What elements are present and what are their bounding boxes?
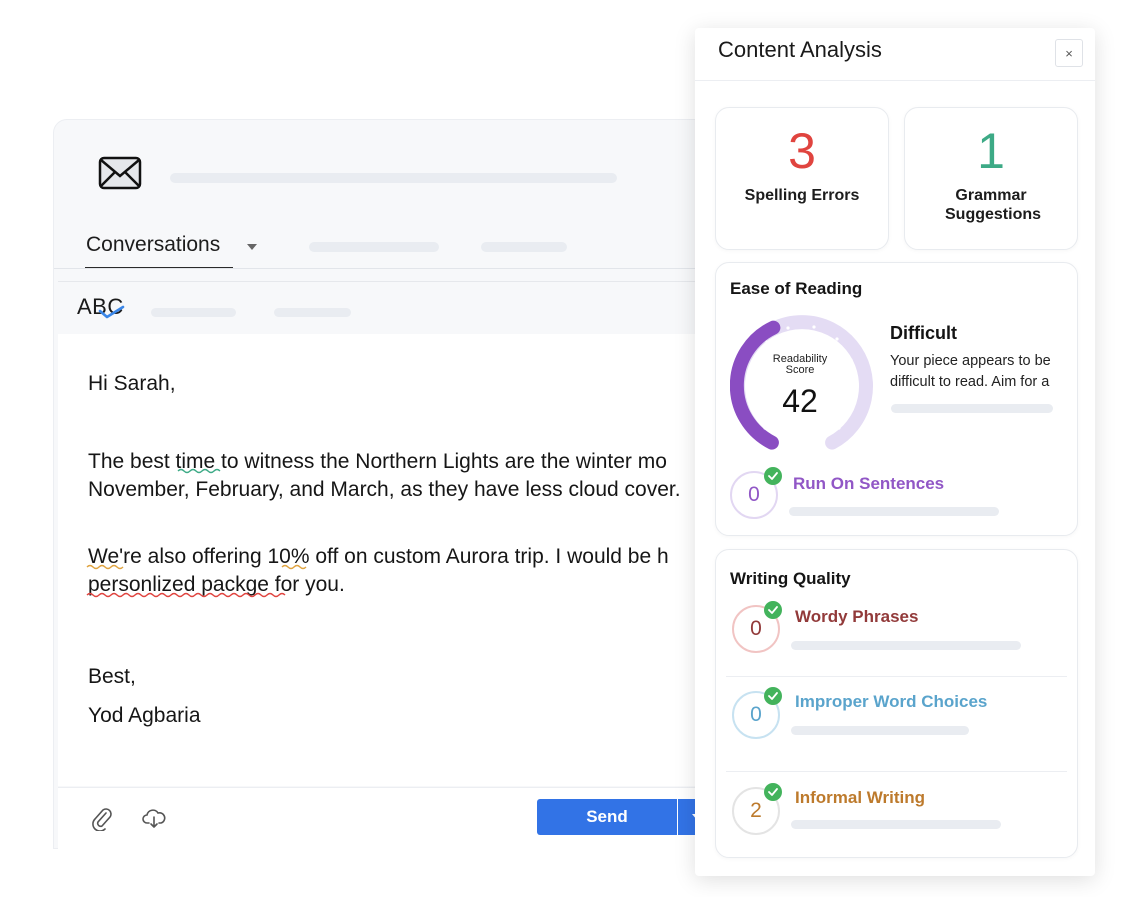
writing-quality-title: Writing Quality — [730, 569, 851, 588]
mail-envelope-icon — [98, 156, 142, 190]
divider — [695, 80, 1095, 81]
body-line: The best time to witness the Northern Li… — [88, 450, 667, 473]
grammar-suggestions-count: 1 — [977, 123, 1005, 179]
metric-placeholder — [789, 507, 999, 516]
readability-score-value: 42 — [782, 383, 818, 419]
spelling-errors-label: Spelling Errors — [744, 187, 860, 204]
informal-writing-label[interactable]: Informal Writing — [795, 788, 925, 808]
grammar-suggestions-label: Grammar Suggestions — [945, 187, 1042, 223]
check-icon — [764, 783, 782, 801]
tab-conversations[interactable]: Conversations — [86, 233, 220, 257]
body-line: November, February, and March, as they h… — [88, 478, 681, 501]
tab-placeholder[interactable] — [309, 242, 439, 252]
reading-level: Difficult — [890, 323, 957, 343]
check-icon — [98, 305, 125, 319]
greeting-line: Hi Sarah, — [88, 372, 176, 395]
cloud-download-icon[interactable] — [142, 807, 166, 829]
editor-toolbar: ABC — [58, 281, 754, 335]
check-icon — [764, 601, 782, 619]
check-icon — [764, 467, 782, 485]
divider — [54, 268, 754, 269]
content-analysis-panel: Content Analysis × 3 Spelling Errors 1 G… — [695, 28, 1095, 876]
signoff-line: Best, — [88, 665, 136, 688]
spelling-errors-count: 3 — [788, 123, 816, 179]
reading-level-description: Your piece appears to be difficult to re… — [890, 353, 1051, 390]
body-line: We're also offering 10% off on custom Au… — [88, 545, 669, 568]
body-line: personlized packge for you. — [88, 573, 345, 596]
ease-of-reading-card: Ease of Reading Readability Score 42 Dif… — [715, 262, 1078, 536]
send-button[interactable]: Send — [537, 799, 677, 835]
divider — [726, 676, 1067, 677]
email-body-editor[interactable]: Hi Sarah, The best time to witness the N… — [58, 334, 754, 786]
ease-of-reading-title: Ease of Reading — [730, 279, 863, 298]
writing-quality-card: Writing Quality 0 Wordy Phrases 0 Improp… — [715, 549, 1078, 858]
close-button[interactable]: × — [1055, 39, 1083, 67]
tab-placeholder[interactable] — [481, 242, 567, 252]
improper-word-choices-label[interactable]: Improper Word Choices — [795, 692, 987, 712]
spelling-errors-card[interactable]: 3 Spelling Errors — [715, 107, 889, 250]
wordy-phrases-label[interactable]: Wordy Phrases — [795, 607, 918, 627]
chevron-down-icon[interactable] — [247, 244, 257, 250]
run-on-label[interactable]: Run On Sentences — [793, 474, 944, 494]
toolbar-placeholder[interactable] — [274, 308, 351, 317]
paperclip-icon[interactable] — [91, 807, 113, 831]
email-composer: Conversations ABC Hi Sarah, The best tim… — [53, 119, 755, 849]
subject-placeholder — [170, 173, 617, 183]
grammar-suggestions-card[interactable]: 1 Grammar Suggestions — [904, 107, 1078, 250]
divider — [726, 771, 1067, 772]
description-placeholder — [891, 404, 1053, 413]
check-icon — [764, 687, 782, 705]
metric-placeholder — [791, 820, 1001, 829]
composer-footer: Send — [58, 787, 754, 849]
toolbar-placeholder[interactable] — [151, 308, 236, 317]
panel-title: Content Analysis — [718, 37, 882, 62]
signature-line: Yod Agbaria — [88, 704, 201, 727]
readability-score-label: Readability Score — [772, 353, 828, 376]
metric-placeholder — [791, 641, 1021, 650]
metric-placeholder — [791, 726, 969, 735]
